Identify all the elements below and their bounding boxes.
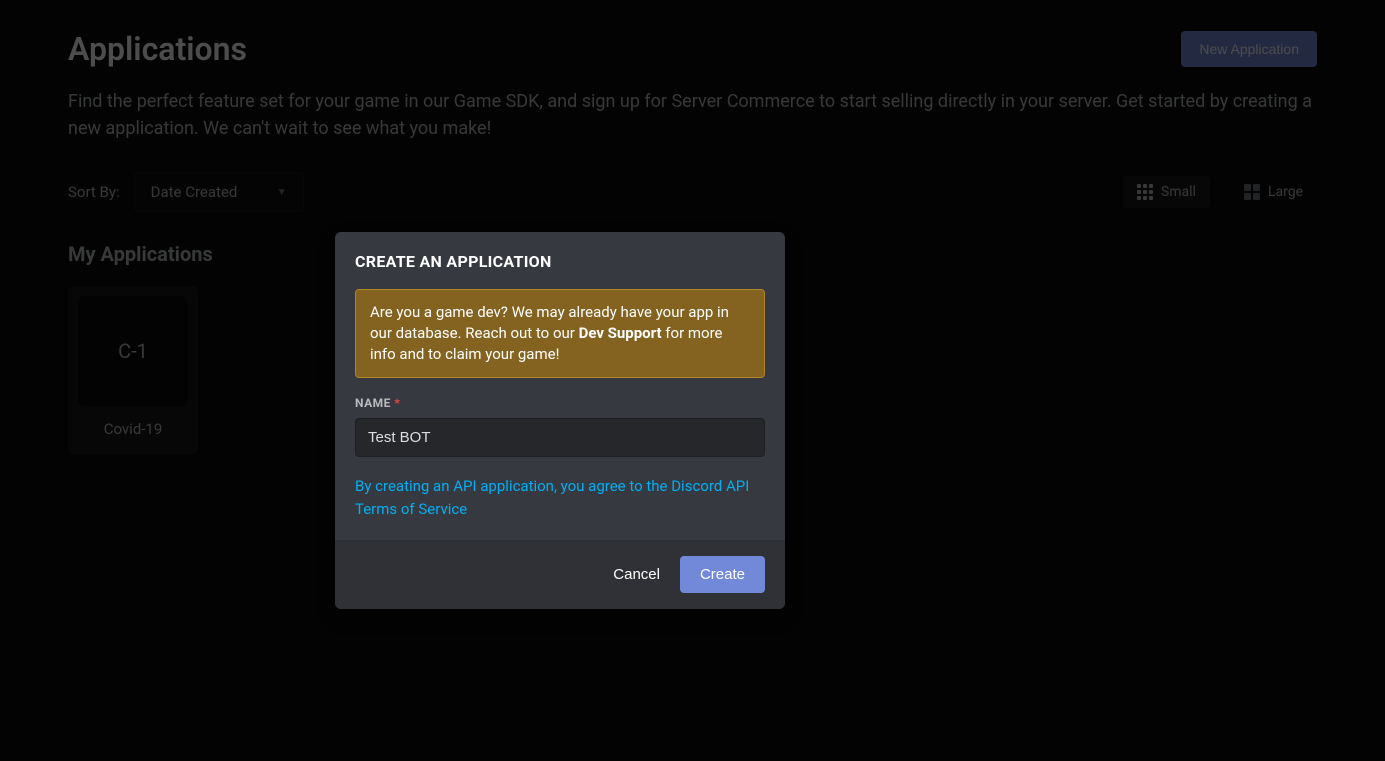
modal-title: CREATE AN APPLICATION: [355, 252, 765, 271]
create-application-modal: CREATE AN APPLICATION Are you a game dev…: [335, 232, 785, 609]
name-input[interactable]: [355, 418, 765, 457]
modal-footer: Cancel Create: [335, 540, 785, 609]
name-label-text: NAME: [355, 396, 391, 410]
tos-link[interactable]: By creating an API application, you agre…: [355, 475, 765, 520]
cancel-button[interactable]: Cancel: [613, 566, 660, 583]
create-button[interactable]: Create: [680, 556, 765, 593]
name-field-label: NAME *: [355, 396, 765, 410]
info-banner: Are you a game dev? We may already have …: [355, 289, 765, 378]
required-mark: *: [394, 396, 400, 410]
dev-support-link[interactable]: Dev Support: [579, 324, 662, 342]
